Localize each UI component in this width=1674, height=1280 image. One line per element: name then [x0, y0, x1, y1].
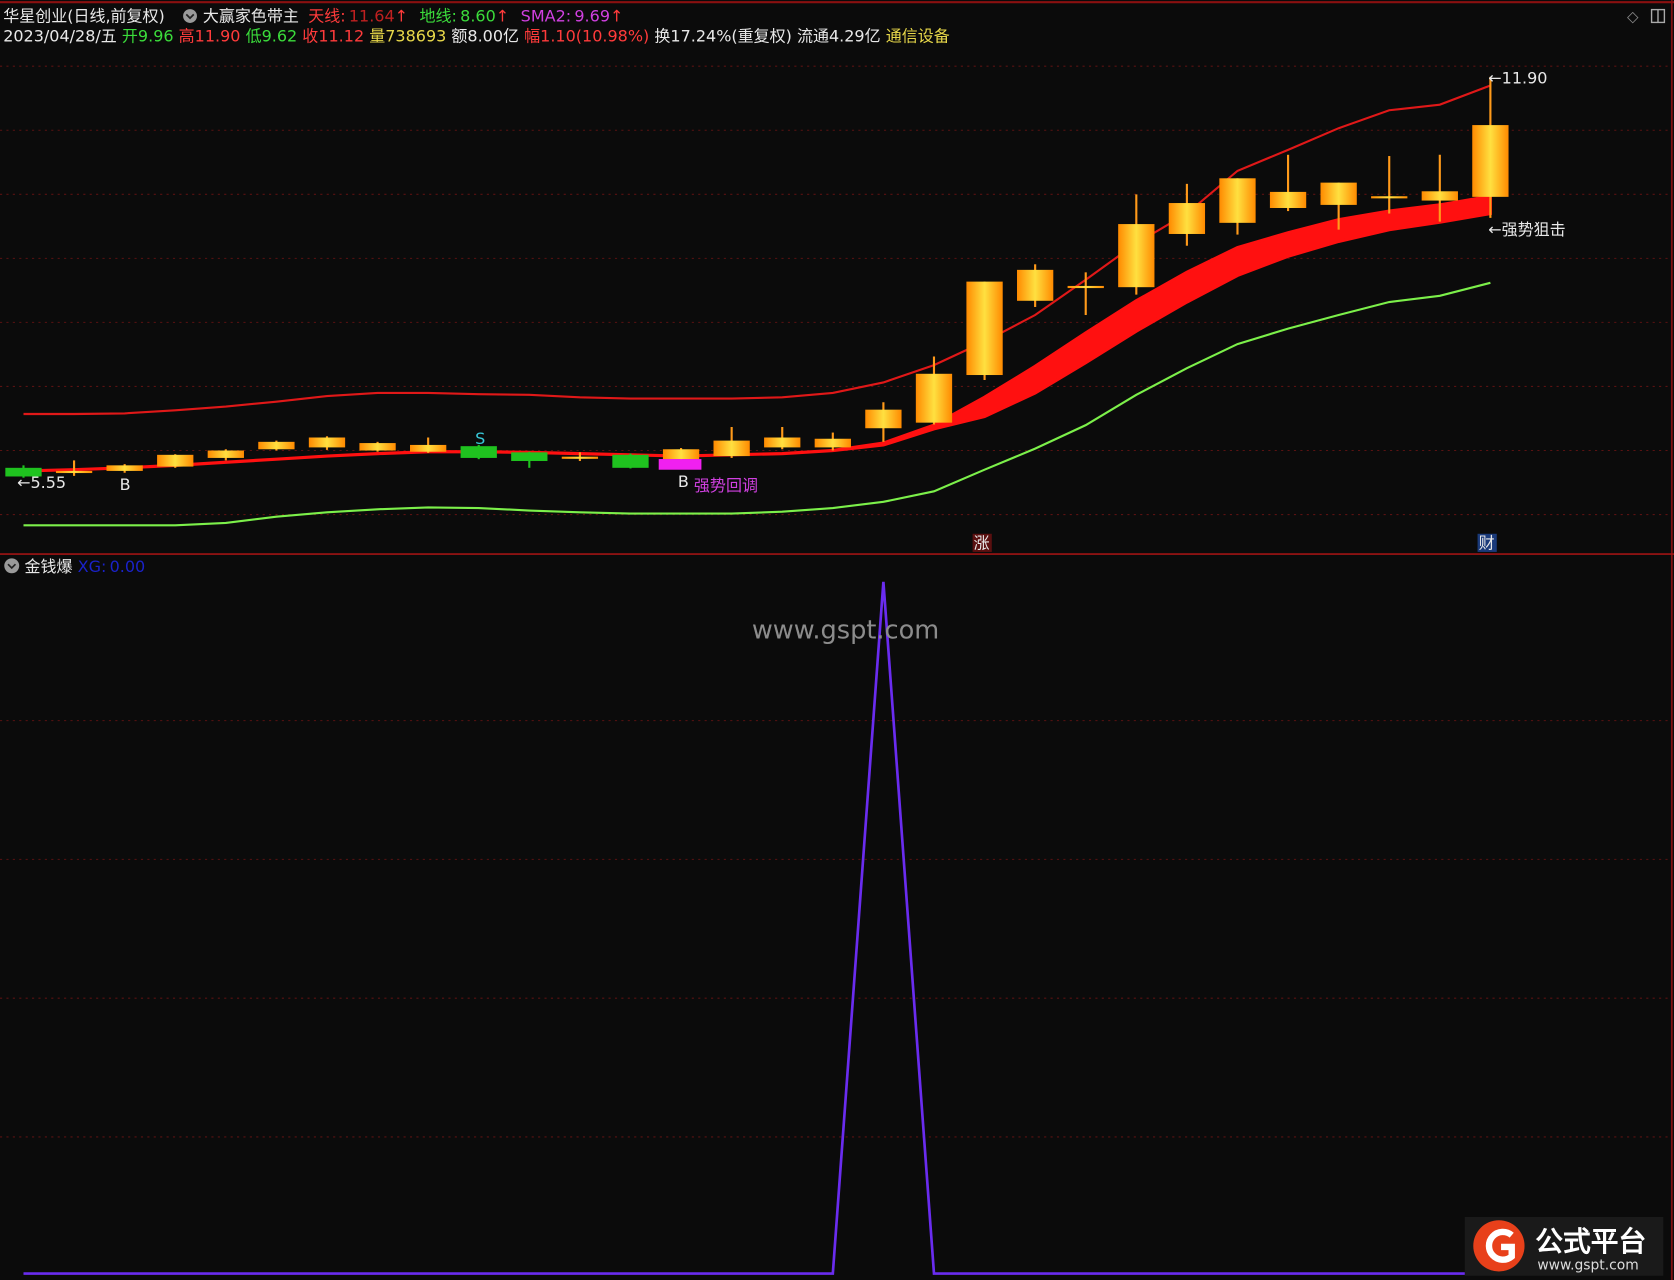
candle — [157, 454, 194, 468]
stock-name: 华星创业 — [3, 6, 67, 25]
sector[interactable]: 通信设备 — [886, 27, 950, 46]
low-price-marker: ←5.55 — [17, 473, 66, 492]
candle-body — [1016, 269, 1054, 301]
open-label: 开 — [122, 27, 138, 46]
candle-body — [1371, 196, 1408, 199]
diamond-icon[interactable]: ◇ — [1627, 7, 1639, 25]
candle — [1016, 264, 1054, 307]
sell-signal-marker: S — [475, 429, 485, 448]
dixian-value: 8.60 — [460, 6, 496, 25]
up-arrow-icon: ↑ — [496, 6, 509, 25]
tianxian-value: 11.64 — [349, 6, 395, 25]
volume-value: 738693 — [385, 27, 446, 46]
candle-body — [713, 440, 750, 457]
sma2-value: 9.69 — [574, 6, 610, 25]
stock-chart[interactable]: 华星创业(日线,前复权) 大赢家色带主 天线: 11.64↑ 地线: 8.60↑ S… — [0, 0, 1674, 1280]
candle — [662, 448, 700, 461]
turnover: 换17.24%(重复权) — [654, 27, 792, 46]
candle-body — [511, 452, 548, 462]
change-value: 1.10(10.98%) — [540, 27, 649, 46]
candle-body — [814, 438, 851, 448]
candle-body — [561, 456, 599, 459]
logo-name: 公式平台 — [1535, 1225, 1646, 1258]
open-value: 9.96 — [138, 27, 174, 46]
subpanel-header: 金钱爆 XG: 0.00 — [25, 557, 146, 576]
candle-body — [612, 454, 649, 468]
candle-body — [1421, 191, 1458, 201]
candle-body — [1118, 224, 1155, 288]
buy-signal-marker-2: B — [678, 472, 689, 491]
candle-body — [157, 454, 194, 467]
candle-body — [106, 465, 143, 471]
subpanel-dropdown-icon[interactable] — [4, 558, 20, 574]
period-label: (日线,前复权) — [67, 6, 165, 25]
high-value: 11.90 — [195, 27, 241, 46]
high-label: 高 — [179, 27, 195, 46]
candle-body — [865, 409, 902, 429]
snipe-label: ←强势狙击 — [1488, 220, 1565, 239]
date: 2023/04/28/五 — [3, 27, 117, 46]
candle-body — [1067, 285, 1104, 289]
candle-body — [308, 437, 346, 448]
header-line-2: 2023/04/28/五 开9.96 高11.90 低9.62 收11.12 量… — [3, 27, 950, 46]
xg-value: 0.00 — [110, 557, 146, 576]
candle — [612, 453, 649, 469]
candle-body — [207, 450, 244, 458]
low-label: 低 — [246, 27, 262, 46]
amount: 额8.00亿 — [451, 27, 519, 46]
float-cap: 流通4.29亿 — [797, 27, 881, 46]
zhang-label: 涨 — [974, 534, 990, 553]
header-line-1: 华星创业(日线,前复权) — [3, 6, 165, 25]
low-value: 9.62 — [262, 27, 298, 46]
sma2-label: SMA2: — [521, 6, 571, 25]
candle-body — [1168, 203, 1206, 234]
change-label: 幅 — [524, 27, 540, 46]
logo-icon — [1473, 1220, 1525, 1272]
candle-body — [1219, 178, 1256, 223]
pullback-label: 强势回调 — [694, 476, 758, 495]
up-arrow-icon: ↑ — [610, 6, 623, 25]
candle — [966, 281, 1003, 380]
candle-body — [410, 444, 447, 452]
candle-body — [258, 441, 295, 450]
close-label: 收 — [302, 27, 318, 46]
dixian-label: 地线: — [420, 6, 457, 25]
candle-body — [966, 281, 1003, 376]
xg-label: XG: — [78, 557, 107, 576]
volume-label: 量 — [369, 27, 385, 46]
close-value: 11.12 — [318, 27, 364, 46]
logo: 公式平台 www.gspt.com — [1464, 1217, 1664, 1276]
candle-body — [1472, 125, 1509, 197]
indicator-dropdown-icon[interactable] — [183, 9, 197, 23]
header-indicators: 大赢家色带主 天线: 11.64↑ 地线: 8.60↑ SMA2: 9.69↑ — [203, 6, 624, 25]
candle-body — [359, 443, 396, 451]
high-price-marker: ←11.90 — [1488, 68, 1547, 87]
up-arrow-icon: ↑ — [395, 6, 408, 25]
candle-body — [1269, 191, 1307, 208]
logo-url: www.gspt.com — [1537, 1257, 1638, 1273]
candle-body — [764, 437, 801, 448]
candle-body — [662, 449, 700, 460]
indicator-name: 大赢家色带主 — [203, 6, 299, 25]
cai-label: 财 — [1479, 534, 1495, 553]
tianxian-label: 天线: — [308, 6, 345, 25]
pullback-box — [658, 459, 702, 470]
candle — [258, 440, 295, 451]
candle-body — [915, 373, 953, 423]
candle-body — [1320, 182, 1357, 205]
watermark: www.gspt.com — [752, 615, 939, 645]
buy-signal-marker: B — [120, 475, 131, 494]
candle — [359, 441, 396, 452]
subpanel-title: 金钱爆 — [25, 557, 73, 576]
